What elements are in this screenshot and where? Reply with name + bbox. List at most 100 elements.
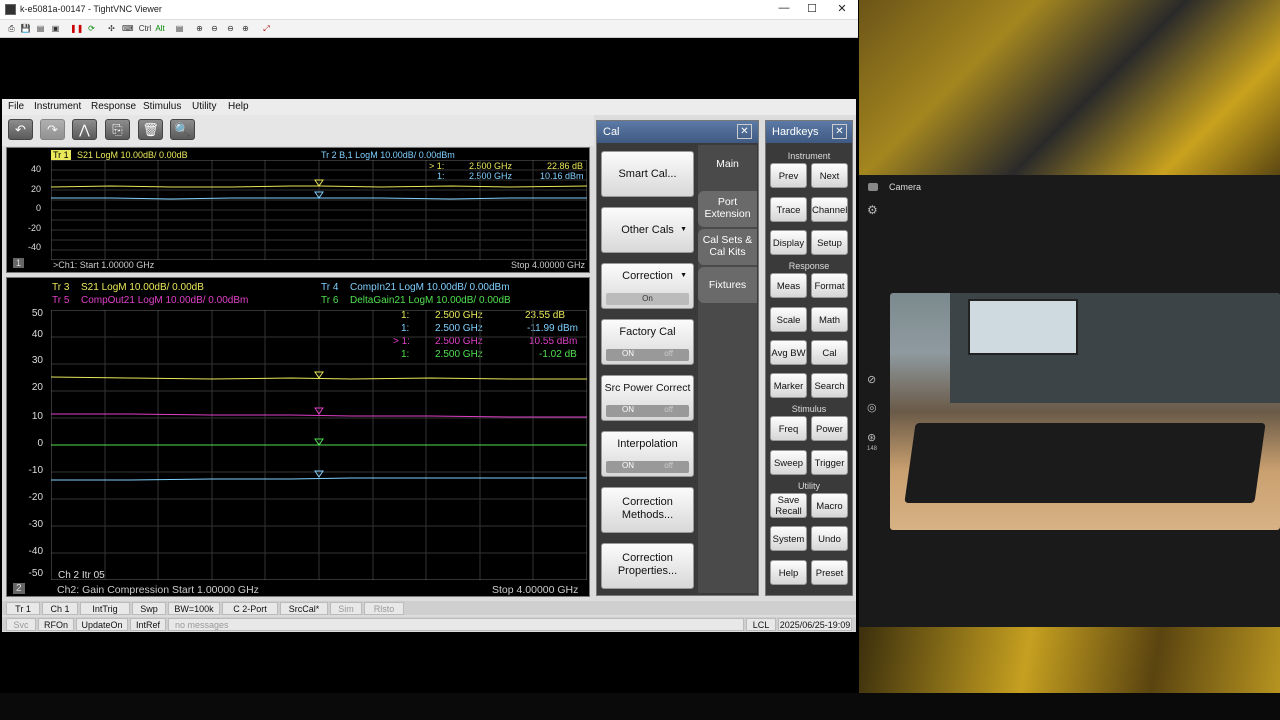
vnc-move-icon[interactable]: ✣ bbox=[106, 23, 117, 34]
redo-icon[interactable]: ↷ bbox=[40, 119, 65, 140]
tab-port-extension[interactable]: Port Extension bbox=[698, 191, 757, 227]
zoom-in-icon[interactable]: ⊕ bbox=[194, 23, 205, 34]
hardkeys-close-icon[interactable]: ✕ bbox=[832, 124, 847, 139]
status-calibration[interactable]: C 2-Port bbox=[222, 602, 278, 615]
focus-icon[interactable]: ◎ bbox=[867, 401, 877, 414]
menu-response[interactable]: Response bbox=[91, 101, 136, 112]
zoom-100-icon[interactable]: ⊕ bbox=[240, 23, 251, 34]
power-button[interactable]: Power bbox=[811, 416, 848, 441]
trace2-label[interactable]: Tr 2 B,1 LogM 10.00dB/ 0.00dBm bbox=[321, 150, 455, 160]
fullscreen-icon[interactable]: ⤢ bbox=[261, 23, 272, 34]
freq-button[interactable]: Freq bbox=[770, 416, 807, 441]
status-sim[interactable]: Sim bbox=[330, 602, 362, 615]
system-button[interactable]: System bbox=[770, 526, 807, 551]
trace6-label[interactable]: DeltaGain21 LogM 10.00dB/ 0.00dB bbox=[350, 295, 511, 306]
format-button[interactable]: Format bbox=[811, 273, 848, 298]
trace3-id[interactable]: Tr 3 bbox=[52, 282, 69, 293]
smart-cal-button[interactable]: Smart Cal... bbox=[601, 151, 694, 197]
undo-button[interactable]: Undo bbox=[811, 526, 848, 551]
measurement-window-2[interactable]: Tr 3 S21 LogM 10.00dB/ 0.00dB Tr 4 CompI… bbox=[6, 277, 590, 597]
menu-utility[interactable]: Utility bbox=[192, 101, 216, 112]
vnc-pause-icon[interactable]: ❚❚ bbox=[70, 23, 83, 34]
math-button[interactable]: Math bbox=[811, 307, 848, 332]
zoom-out-icon[interactable]: ⊖ bbox=[209, 23, 220, 34]
status-trace[interactable]: Tr 1 bbox=[6, 602, 40, 615]
status-srccal[interactable]: SrcCal* bbox=[280, 602, 328, 615]
help-button[interactable]: Help bbox=[770, 560, 807, 585]
vnc-keyboard-icon[interactable]: ⌨ bbox=[122, 23, 134, 34]
vnc-new-icon[interactable]: ⎙ bbox=[6, 23, 17, 34]
tab-cal-sets[interactable]: Cal Sets & Cal Kits bbox=[698, 229, 757, 265]
factory-cal-button[interactable]: Factory Cal ON off bbox=[601, 319, 694, 365]
preset-button[interactable]: Preset bbox=[811, 560, 848, 585]
exposure-icon[interactable]: ⊛ bbox=[867, 431, 876, 444]
factory-cal-toggle[interactable]: ON off bbox=[606, 349, 689, 361]
close-button[interactable]: ✕ bbox=[830, 2, 854, 18]
correction-toggle[interactable]: On bbox=[606, 293, 689, 305]
trace5-id[interactable]: Tr 5 bbox=[52, 295, 69, 306]
marker-icon[interactable]: ⋀ bbox=[72, 119, 97, 140]
trace1-id[interactable]: Tr 1 bbox=[51, 150, 71, 160]
scale-button[interactable]: Scale bbox=[770, 307, 807, 332]
maximize-button[interactable]: ☐ bbox=[800, 2, 824, 18]
settings-icon[interactable]: ⚙ bbox=[867, 203, 878, 217]
sweep-button[interactable]: Sweep bbox=[770, 450, 807, 475]
meas-button[interactable]: Meas bbox=[770, 273, 807, 298]
zoom-fit-icon[interactable]: ⊖ bbox=[225, 23, 236, 34]
vnc-alt-icon[interactable]: Alt bbox=[154, 23, 166, 34]
cal-close-icon[interactable]: ✕ bbox=[737, 124, 752, 139]
interpolation-button[interactable]: Interpolation ON off bbox=[601, 431, 694, 477]
w1-plot[interactable] bbox=[51, 160, 587, 260]
measurement-window-1[interactable]: Tr 1 S21 LogM 10.00dB/ 0.00dB Tr 2 B,1 L… bbox=[6, 147, 590, 273]
other-cals-button[interactable]: Other Cals ▼ bbox=[601, 207, 694, 253]
status-channel[interactable]: Ch 1 bbox=[42, 602, 78, 615]
trace3-label[interactable]: S21 LogM 10.00dB/ 0.00dB bbox=[81, 282, 204, 293]
vnc-save-icon[interactable]: 💾 bbox=[20, 23, 31, 34]
src-power-correct-button[interactable]: Src Power Correct ON off bbox=[601, 375, 694, 421]
window-icon[interactable]: ⎘ bbox=[105, 119, 130, 140]
status-rlsto[interactable]: Rlsto bbox=[364, 602, 404, 615]
menu-file[interactable]: File bbox=[8, 101, 24, 112]
search-button[interactable]: Search bbox=[811, 373, 848, 398]
channel-button[interactable]: Channel bbox=[811, 197, 848, 222]
trace-button[interactable]: Trace bbox=[770, 197, 807, 222]
zoom-icon[interactable]: 🔍 bbox=[170, 119, 195, 140]
trigger-button[interactable]: Trigger bbox=[811, 450, 848, 475]
correction-button[interactable]: Correction ▼ On bbox=[601, 263, 694, 309]
display-button[interactable]: Display bbox=[770, 230, 807, 255]
vnc-info-icon[interactable]: ▣ bbox=[50, 23, 61, 34]
marker-button[interactable]: Marker bbox=[770, 373, 807, 398]
setup-button[interactable]: Setup bbox=[811, 230, 848, 255]
w2-plot[interactable] bbox=[51, 310, 587, 580]
status-sweep[interactable]: Swp bbox=[132, 602, 166, 615]
prev-button[interactable]: Prev bbox=[770, 163, 807, 188]
avg-bw-button[interactable]: Avg BW bbox=[770, 340, 807, 365]
menu-stimulus[interactable]: Stimulus bbox=[143, 101, 181, 112]
trace1-label[interactable]: S21 LogM 10.00dB/ 0.00dB bbox=[77, 150, 188, 160]
vnc-transfer-icon[interactable]: ▤ bbox=[174, 23, 185, 34]
minimize-button[interactable]: — bbox=[772, 2, 796, 18]
vnc-refresh-icon[interactable]: ⟳ bbox=[86, 23, 97, 34]
status-trigger[interactable]: IntTrig bbox=[80, 602, 130, 615]
undo-icon[interactable]: ↶ bbox=[8, 119, 33, 140]
menu-instrument[interactable]: Instrument bbox=[34, 101, 81, 112]
menu-help[interactable]: Help bbox=[228, 101, 249, 112]
interpolation-toggle[interactable]: ON off bbox=[606, 461, 689, 473]
delete-icon[interactable]: 🗑 bbox=[138, 119, 163, 140]
trace6-id[interactable]: Tr 6 bbox=[321, 295, 338, 306]
macro-button[interactable]: Macro bbox=[811, 493, 848, 518]
trace5-label[interactable]: CompOut21 LogM 10.00dB/ 0.00dBm bbox=[81, 295, 248, 306]
cal-button[interactable]: Cal bbox=[811, 340, 848, 365]
tab-fixtures[interactable]: Fixtures bbox=[698, 267, 757, 303]
vnc-ctrl-icon[interactable]: Ctrl bbox=[138, 23, 152, 34]
timer-off-icon[interactable]: ⊘ bbox=[867, 373, 876, 386]
vnc-options-icon[interactable]: ▤ bbox=[35, 23, 46, 34]
next-button[interactable]: Next bbox=[811, 163, 848, 188]
trace4-label[interactable]: CompIn21 LogM 10.00dB/ 0.00dBm bbox=[350, 282, 510, 293]
correction-properties-button[interactable]: Correction Properties... bbox=[601, 543, 694, 589]
trace4-id[interactable]: Tr 4 bbox=[321, 282, 338, 293]
src-power-toggle[interactable]: ON off bbox=[606, 405, 689, 417]
correction-methods-button[interactable]: Correction Methods... bbox=[601, 487, 694, 533]
tab-main[interactable]: Main bbox=[698, 155, 757, 191]
status-bandwidth[interactable]: BW=100k bbox=[168, 602, 220, 615]
